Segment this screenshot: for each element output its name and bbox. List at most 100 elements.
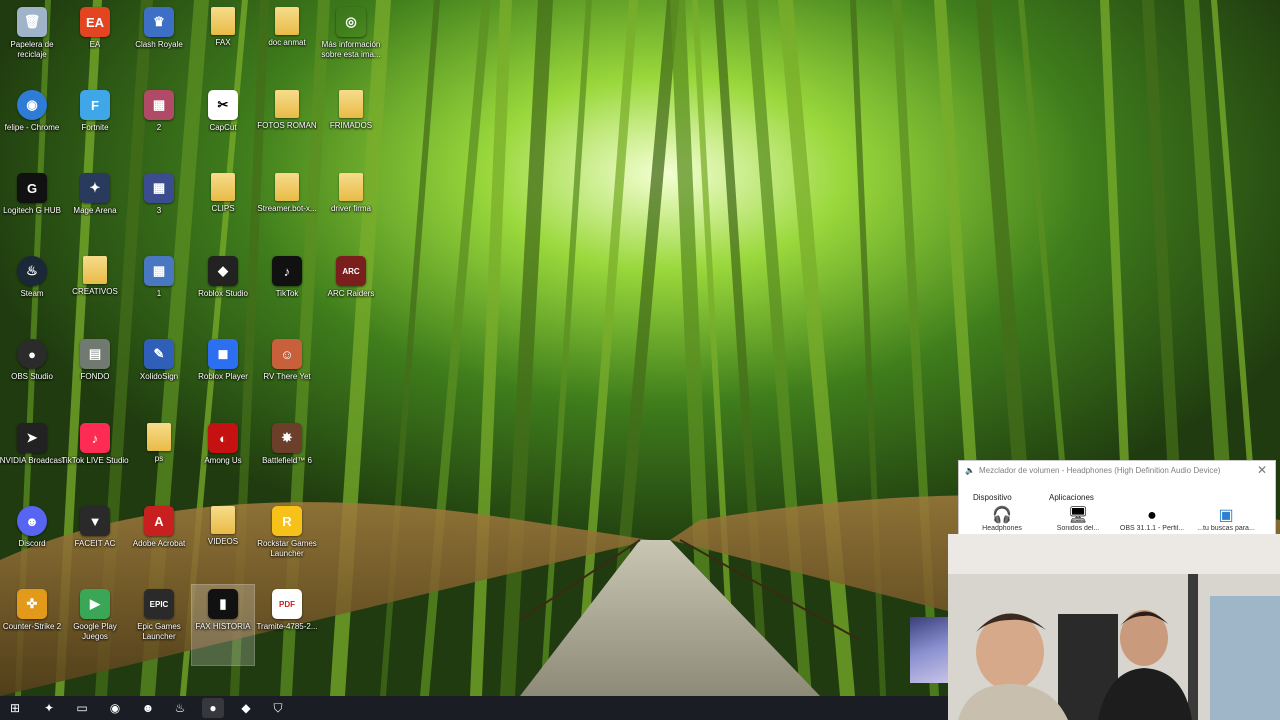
desktop-icon-creativos[interactable]: CREATIVOS xyxy=(64,252,126,332)
desktop-icon-steam[interactable]: ♨ Steam xyxy=(1,252,63,332)
desktop-icon-battlefield-6[interactable]: ✸ Battlefield™ 6 xyxy=(256,419,318,499)
desktop-icon-papelera-de-reciclaje[interactable]: 🗑 Papelera de reciclaje xyxy=(1,3,63,83)
obs-icon: ● xyxy=(17,339,47,369)
device-label: Dispositivo xyxy=(973,493,1012,502)
desktop-icon-label: 2 xyxy=(156,123,162,132)
desktop-icon-label: 1 xyxy=(156,289,162,298)
desktop-icon-rv-there-yet[interactable]: ☺ RV There Yet xyxy=(256,335,318,415)
desktop-icon-fortnite[interactable]: F Fortnite xyxy=(64,86,126,166)
desktop-icon-label: ps xyxy=(154,454,164,463)
rv-there-yet-icon: ☺ xyxy=(272,339,302,369)
desktop-icon-epic-games-launcher[interactable]: EPIC Epic Games Launcher xyxy=(128,585,190,665)
steam-icon[interactable]: ♨ xyxy=(169,698,191,718)
desktop-icon-nvidia-broadcast[interactable]: ➤ NVIDIA Broadcast xyxy=(0,419,64,499)
desktop-icon-fotos-roman[interactable]: FOTOS ROMAN xyxy=(256,86,318,166)
desktop-icon-adobe-acrobat[interactable]: A Adobe Acrobat xyxy=(128,502,190,582)
desktop-icon-fondo[interactable]: ▤ FONDO xyxy=(64,335,126,415)
desktop-icon-label: Streamer.bot-x... xyxy=(257,204,317,213)
desktop-icon-label: Epic Games Launcher xyxy=(137,622,181,641)
desktop-icon-label: FRIMADOS xyxy=(329,121,373,130)
desktop-icon-label: Más información sobre esta ima... xyxy=(321,40,381,59)
desktop-icon-label: Fortnite xyxy=(81,123,109,132)
volume-mixer-window[interactable]: 🔈 Mezclador de volumen - Headphones (Hig… xyxy=(958,460,1276,536)
desktop-icon-mage-arena[interactable]: ✦ Mage Arena xyxy=(64,169,126,249)
folder-icon xyxy=(211,7,235,35)
desktop-icon-tiktok[interactable]: ♪ TikTok xyxy=(256,252,318,332)
desktop-icon-label: FOTOS ROMAN xyxy=(257,121,317,130)
desktop-icon-rockstar-games-launcher[interactable]: R Rockstar Games Launcher xyxy=(256,502,318,582)
battlefield-icon: ✸ xyxy=(272,423,302,453)
desktop-icon-m-s-informaci-n-sobre-esta-ima[interactable]: ◎ Más información sobre esta ima... xyxy=(320,3,382,83)
roblox-player-icon: ◼ xyxy=(208,339,238,369)
clash-royale-icon: ♛ xyxy=(144,7,174,37)
copilot-icon[interactable]: ✦ xyxy=(38,698,60,718)
mixer-entry-obs[interactable]: ● OBS 31.1.1 - Perfil... xyxy=(1117,507,1187,532)
ea-icon: EA xyxy=(80,7,110,37)
mixer-entry-app[interactable]: ▣ ...tu buscas para... xyxy=(1191,507,1261,532)
desktop-icon-1[interactable]: ▦ 1 xyxy=(128,252,190,332)
desktop-icon-counter-strike-2[interactable]: ✜ Counter-Strike 2 xyxy=(1,585,63,665)
desktop-icon-felipe-chrome[interactable]: ◉ felipe - Chrome xyxy=(1,86,63,166)
desktop-icon-capcut[interactable]: ✂ CapCut xyxy=(192,86,254,166)
desktop-icon-tramite-4785-2[interactable]: PDF Tramite-4785-2... xyxy=(256,585,318,665)
desktop-icon-clash-royale[interactable]: ♛ Clash Royale xyxy=(128,3,190,83)
mixer-entry-system-sounds[interactable]: 🖥 Sonidos del... xyxy=(1043,507,1113,532)
obs-icon[interactable]: ● xyxy=(202,698,224,718)
obs-icon: ● xyxy=(1147,507,1157,524)
desktop-icon-2[interactable]: ▦ 2 xyxy=(128,86,190,166)
desktop-icon-tiktok-live-studio[interactable]: ♪ TikTok LIVE Studio xyxy=(61,419,129,499)
folder-icon xyxy=(275,173,299,201)
desktop-icon-fax-historia[interactable]: ▮ FAX HISTORIA xyxy=(191,584,255,666)
desktop-icon-logitech-g-hub[interactable]: G Logitech G HUB xyxy=(1,169,63,249)
anime-thumbnail xyxy=(910,617,948,683)
desktop-icon-label: FAX HISTORIA xyxy=(195,622,251,631)
mixer-entry-label: Headphones xyxy=(982,525,1022,532)
desktop-icon-clips[interactable]: CLIPS xyxy=(192,169,254,249)
volume-mixer-title: Mezclador de volumen - Headphones (High … xyxy=(979,466,1221,475)
file-image-icon: ▮ xyxy=(208,589,238,619)
file-image-icon: ▦ xyxy=(144,90,174,120)
desktop-icon-ea[interactable]: EA EA xyxy=(64,3,126,83)
desktop-icon-label: CREATIVOS xyxy=(72,287,118,296)
desktop-icon-faceit-ac[interactable]: ▼ FACEIT AC xyxy=(64,502,126,582)
chrome-icon[interactable]: ◉ xyxy=(104,698,126,718)
windows-start-icon[interactable]: ⊞ xyxy=(4,698,26,718)
desktop-icon-3[interactable]: ▦ 3 xyxy=(128,169,190,249)
desktop-icon-ps[interactable]: ps xyxy=(128,419,190,499)
desktop-icon-xolidosign[interactable]: ✎ XolidoSign xyxy=(128,335,190,415)
app-diamond-icon[interactable]: ◆ xyxy=(235,698,257,718)
mage-arena-icon: ✦ xyxy=(80,173,110,203)
desktop-icon-label: Logitech G HUB xyxy=(3,206,61,215)
desktop-icon-driver-firma[interactable]: driver firma xyxy=(320,169,382,249)
file-image-icon: ▦ xyxy=(144,173,174,203)
desktop-icon-label: Among Us xyxy=(204,456,242,465)
desktop-icon-among-us[interactable]: ◐ Among Us xyxy=(192,419,254,499)
desktop-icon-discord[interactable]: ☻ Discord xyxy=(1,502,63,582)
desktop-icon-label: doc anmat xyxy=(268,38,306,47)
app-shield-icon[interactable]: ⛉ xyxy=(267,698,289,718)
desktop-icon-streamer-bot-x[interactable]: Streamer.bot-x... xyxy=(256,169,318,249)
desktop-icon-arc-raiders[interactable]: ARC ARC Raiders xyxy=(320,252,382,332)
pdf-icon: PDF xyxy=(272,589,302,619)
desktop-icon-roblox-player[interactable]: ◼ Roblox Player xyxy=(192,335,254,415)
rockstar-icon: R xyxy=(272,506,302,536)
desktop-icon-obs-studio[interactable]: ● OBS Studio xyxy=(1,335,63,415)
xolidosign-icon: ✎ xyxy=(144,339,174,369)
desktop-icon-doc-anmat[interactable]: doc anmat xyxy=(256,3,318,83)
mixer-entry-headphones[interactable]: 🎧 Headphones xyxy=(967,507,1037,532)
desktop-icon-label: Counter-Strike 2 xyxy=(2,622,62,631)
desktop-icon-label: EA xyxy=(89,40,101,49)
desktop-icon-videos[interactable]: VIDEOS xyxy=(192,502,254,582)
faceit-icon: ▼ xyxy=(80,506,110,536)
desktop-icon-frimados[interactable]: FRIMADOS xyxy=(320,86,382,166)
file-explorer-icon[interactable]: ▭ xyxy=(71,698,93,718)
close-button[interactable]: ✕ xyxy=(1257,463,1267,477)
desktop-icon-google-play-juegos[interactable]: ▶ Google Play Juegos xyxy=(64,585,126,665)
desktop-icon-fax[interactable]: FAX xyxy=(192,3,254,83)
tiktok-live-icon: ♪ xyxy=(80,423,110,453)
desktop-icon-label: Discord xyxy=(18,539,46,548)
discord-icon[interactable]: ☻ xyxy=(137,698,159,718)
desktop-icon-roblox-studio[interactable]: ◆ Roblox Studio xyxy=(192,252,254,332)
desktop-icon-label: VIDEOS xyxy=(207,537,239,546)
desktop-icon-label: Steam xyxy=(20,289,44,298)
